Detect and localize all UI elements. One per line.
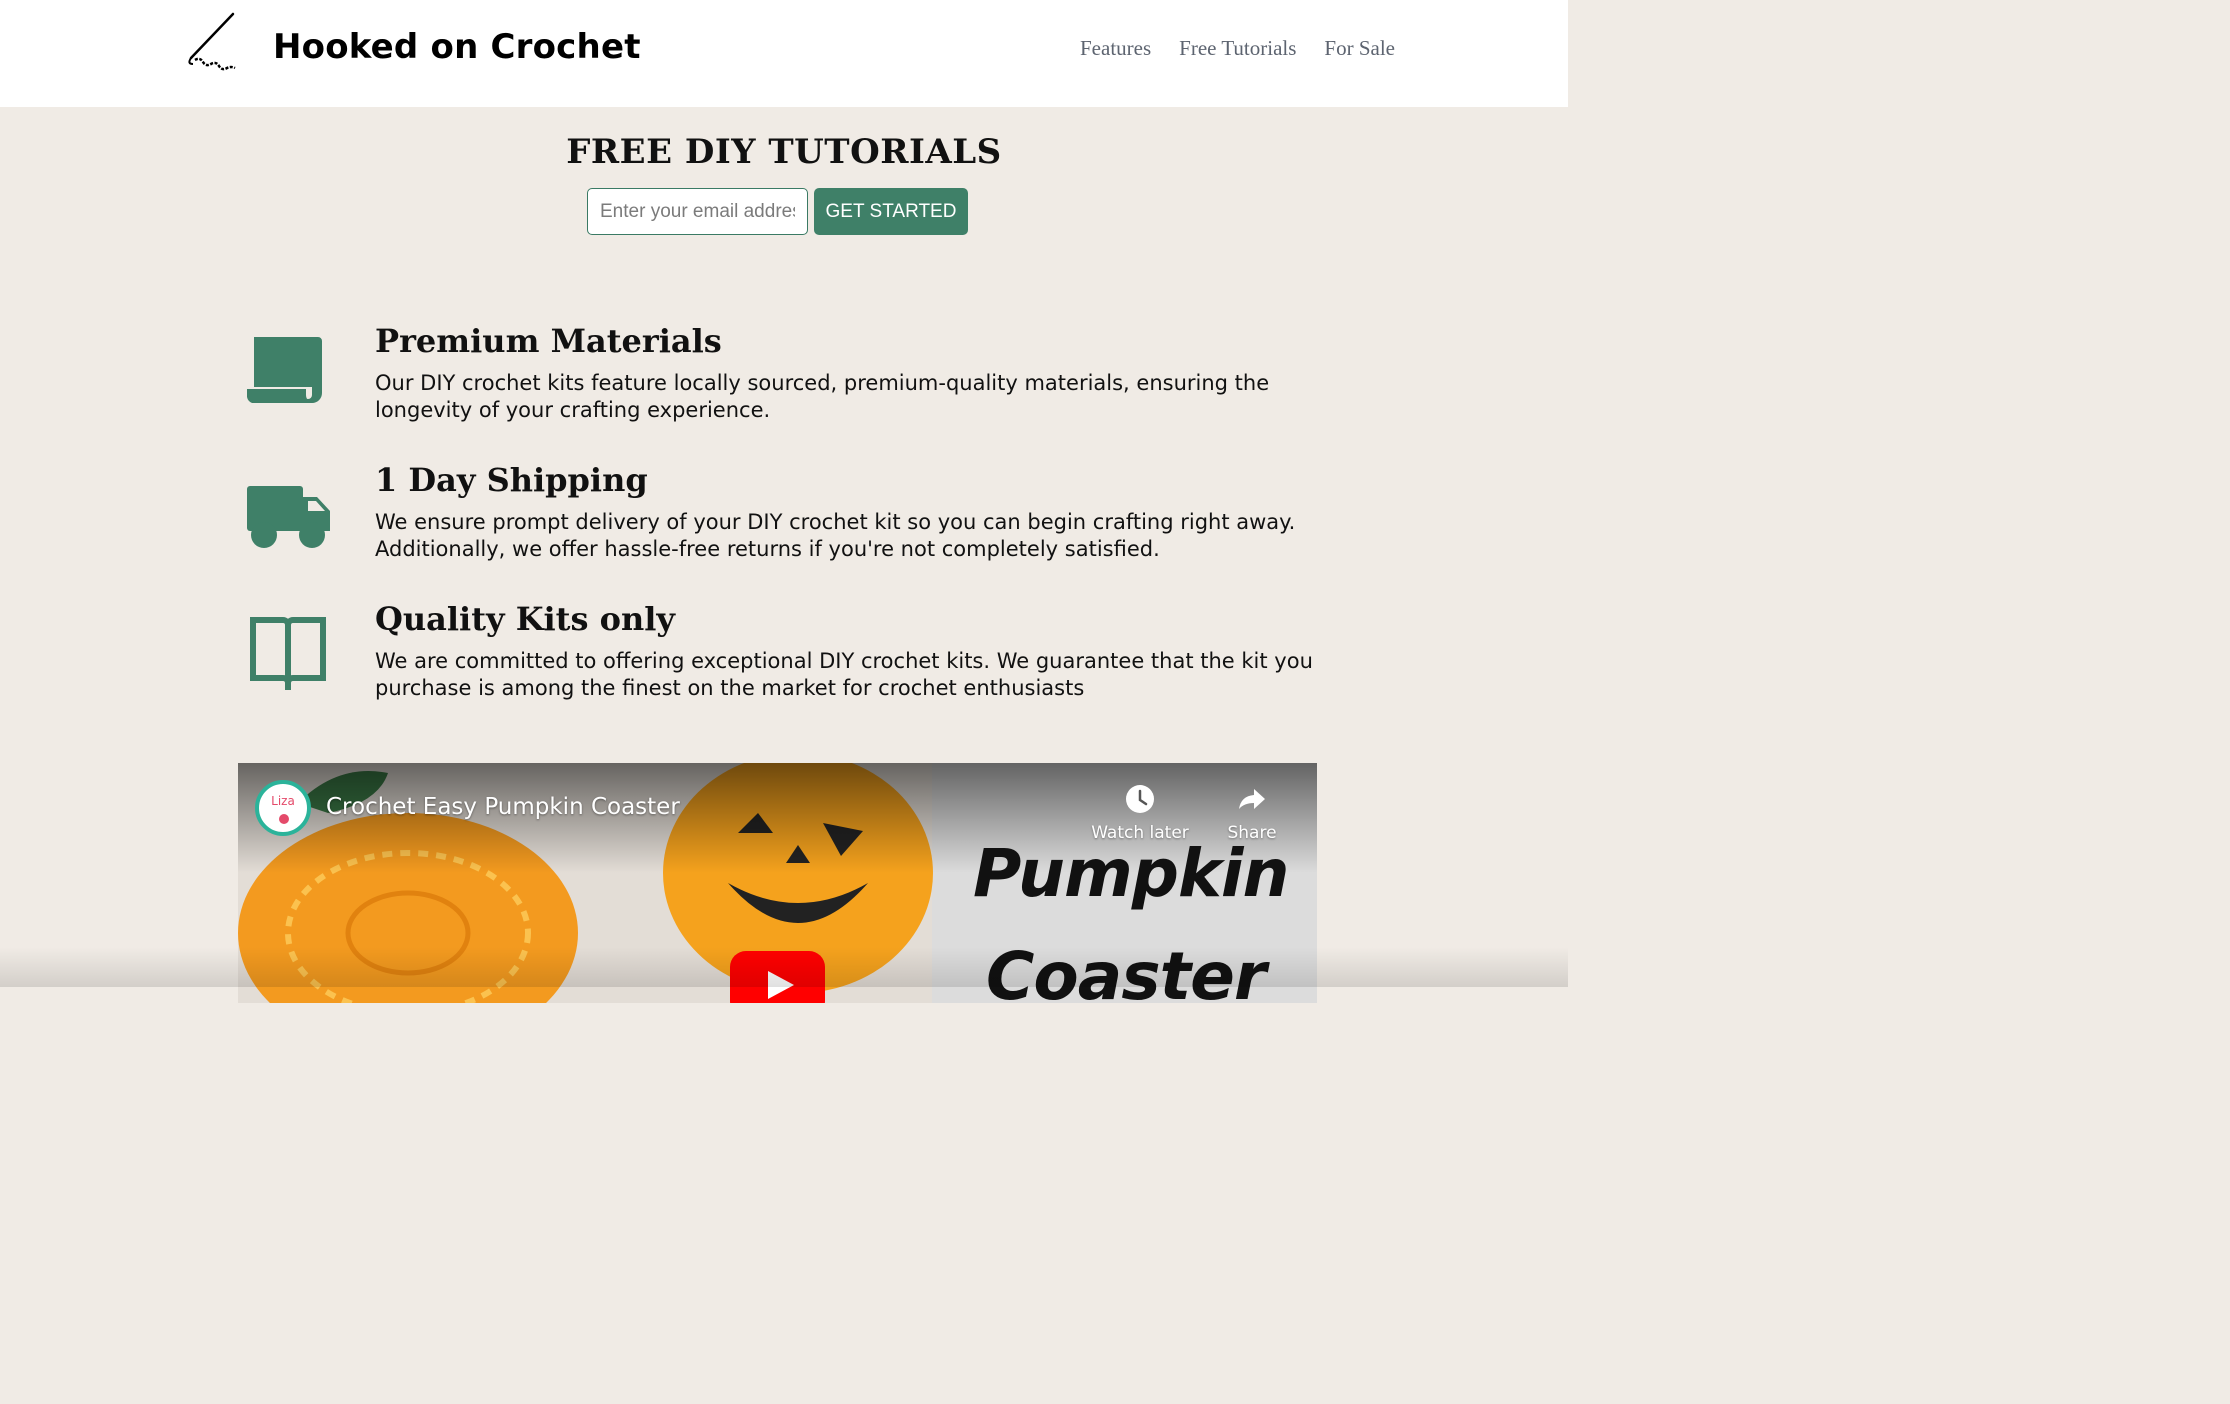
site-header: Hooked on Crochet Features Free Tutorial… bbox=[0, 0, 1568, 107]
feature-text: We ensure prompt delivery of your DIY cr… bbox=[375, 510, 1296, 561]
feature-text: We are committed to offering exceptional… bbox=[375, 649, 1313, 700]
feature-text: Our DIY crochet kits feature locally sou… bbox=[375, 371, 1270, 422]
get-started-button[interactable]: GET STARTED bbox=[814, 188, 968, 235]
video-title[interactable]: Crochet Easy Pumpkin Coaster bbox=[326, 794, 680, 820]
book-open-icon bbox=[250, 617, 326, 690]
video-embed[interactable]: Liza Crochet Easy Pumpkin Coaster Watch … bbox=[238, 763, 1317, 1003]
share-arrow-icon bbox=[1239, 789, 1265, 809]
crochet-hook-logo-icon[interactable] bbox=[185, 12, 241, 78]
feature-title: 1 Day Shipping bbox=[375, 461, 648, 499]
thumbnail-text-pumpkin: Pumpkin bbox=[973, 835, 1290, 912]
hero-title: FREE DIY TUTORIALS bbox=[566, 132, 1002, 172]
thumbnail-text-coaster: Coaster bbox=[986, 938, 1266, 1003]
feature-title: Premium Materials bbox=[375, 322, 722, 360]
nav-link-for-sale[interactable]: For Sale bbox=[1324, 36, 1395, 61]
email-input[interactable] bbox=[587, 188, 808, 235]
brand-name[interactable]: Hooked on Crochet bbox=[273, 27, 641, 67]
channel-avatar[interactable]: Liza bbox=[255, 780, 311, 836]
channel-dot bbox=[279, 814, 289, 824]
main-nav: Features Free Tutorials For Sale bbox=[1080, 36, 1395, 61]
share-button[interactable]: Share bbox=[1197, 783, 1307, 843]
nav-link-free-tutorials[interactable]: Free Tutorials bbox=[1179, 36, 1296, 61]
channel-name: Liza bbox=[271, 794, 295, 808]
nav-link-features[interactable]: Features bbox=[1080, 36, 1151, 61]
scroll-icon bbox=[247, 337, 322, 403]
clock-icon bbox=[1126, 785, 1154, 813]
truck-icon bbox=[247, 486, 330, 548]
feature-title: Quality Kits only bbox=[375, 600, 675, 638]
watch-later-button[interactable]: Watch later bbox=[1085, 783, 1195, 843]
play-button[interactable] bbox=[730, 951, 825, 1003]
